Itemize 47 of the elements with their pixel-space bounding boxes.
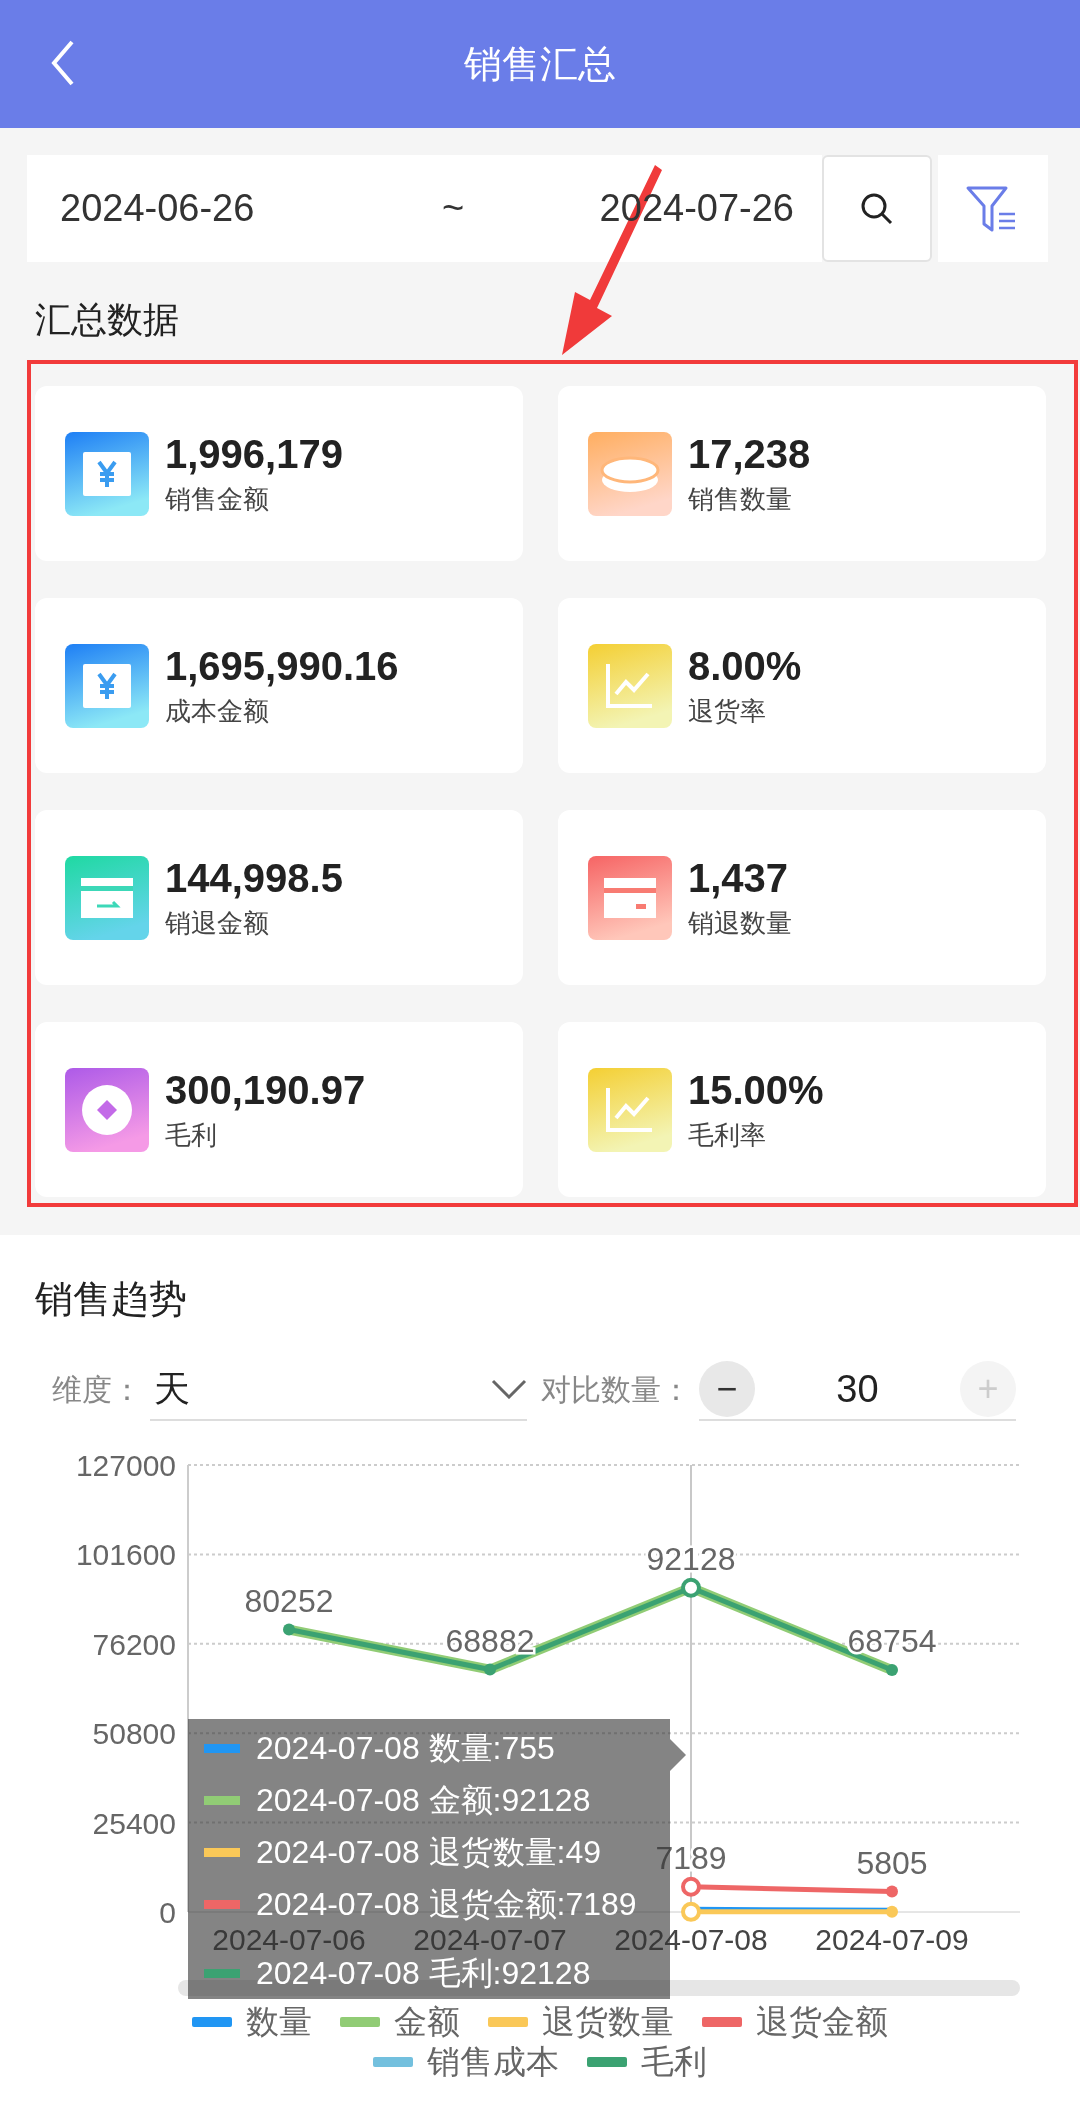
y-tick-label: 25400	[92, 1806, 176, 1840]
page-title: 销售汇总	[464, 41, 616, 87]
data-label: 80252	[244, 1582, 334, 1619]
section-title: 销售趋势	[34, 1277, 188, 1322]
x-tick-label: 2024-07-06	[212, 1923, 366, 1956]
decrement-button[interactable]: −	[699, 1361, 755, 1417]
y-tick-label: 76200	[92, 1627, 176, 1661]
tooltip-text: 2024-07-08 金额:92128	[256, 1784, 591, 1816]
stat-label: 销退金额	[165, 907, 270, 940]
y-tick-label: 0	[159, 1896, 176, 1929]
stat-value: 1,437	[688, 855, 790, 902]
stat-label: 销退数量	[688, 907, 792, 940]
data-label: 5805	[856, 1844, 928, 1881]
range-separator: ~	[442, 187, 465, 230]
data-label: 68882	[445, 1622, 535, 1659]
section-title: 汇总数据	[34, 298, 180, 342]
x-tick-label: 2024-07-07	[413, 1923, 567, 1956]
stat-value: 8.00%	[688, 643, 802, 690]
stat-value: 17,238	[688, 431, 811, 478]
dimension-select[interactable]: 天	[150, 1359, 527, 1421]
tooltip-text: 2024-07-08 退货数量:49	[256, 1836, 602, 1868]
x-tick-label: 2024-07-09	[815, 1923, 969, 1956]
stat-value: 1,996,179	[165, 431, 343, 478]
y-tick-label: 50800	[92, 1717, 176, 1751]
stat-label: 毛利	[165, 1119, 218, 1152]
stat-label: 销售数量	[688, 483, 793, 516]
tooltip-text: 2024-07-08 退货金额:7189	[256, 1888, 637, 1920]
legend-label[interactable]: 退货金额	[756, 1999, 888, 2045]
stat-value: 300,190.97	[165, 1067, 366, 1114]
tooltip-text: 2024-07-08 数量:755	[256, 1732, 555, 1764]
y-tick-label: 127000	[75, 1450, 176, 1482]
legend-label[interactable]: 数量	[246, 1999, 312, 2045]
y-tick-label: 101600	[75, 1538, 176, 1572]
stat-label: 销售金额	[165, 483, 270, 516]
start-date: 2024-06-26	[60, 187, 255, 230]
stat-label: 退货率	[688, 695, 767, 728]
dimension-label: 维度：	[52, 1371, 142, 1408]
stat-value: 15.00%	[688, 1067, 824, 1114]
stat-value: 1,695,990.16	[165, 643, 399, 690]
stat-value: 144,998.5	[165, 855, 343, 902]
tooltip-text: 2024-07-08 毛利:92128	[256, 1957, 591, 1989]
compare-value[interactable]: 30	[836, 1367, 879, 1411]
stat-label: 毛利率	[688, 1119, 767, 1152]
compare-label: 对比数量：	[541, 1371, 691, 1408]
data-label: 68754	[847, 1623, 937, 1659]
stat-label: 成本金额	[165, 695, 270, 728]
data-label: 92128	[646, 1540, 736, 1577]
